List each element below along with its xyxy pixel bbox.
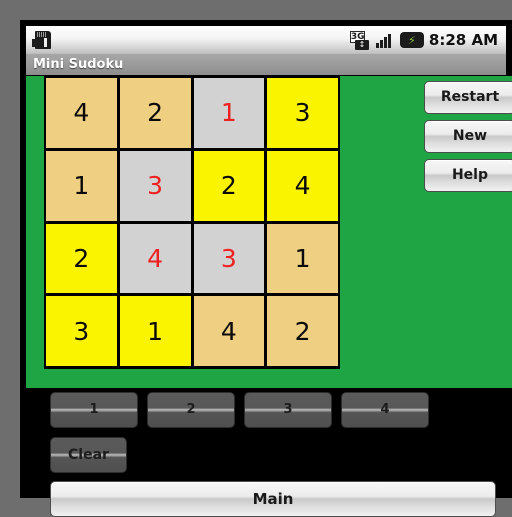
side-button-group: Restart New Help bbox=[424, 81, 512, 192]
cell-value: 1 bbox=[294, 243, 311, 273]
app-title-bar: Mini Sudoku bbox=[26, 53, 506, 75]
cell-value: 3 bbox=[147, 171, 164, 201]
emulator-frame: 3G ↕ ⚡ 8:28 AM Mini Sudoku 4213132424313… bbox=[0, 0, 512, 517]
sudoku-cell-r3c1[interactable]: 2 bbox=[46, 223, 117, 294]
sudoku-cell-r1c3[interactable]: 1 bbox=[193, 78, 265, 148]
cell-value: 4 bbox=[294, 171, 311, 201]
sudoku-cell-r3c2[interactable]: 4 bbox=[119, 223, 191, 294]
number-button-4[interactable]: 4 bbox=[341, 392, 429, 428]
clear-button[interactable]: Clear bbox=[50, 437, 127, 473]
new-button[interactable]: New bbox=[424, 120, 512, 153]
sdcard-icon bbox=[32, 31, 54, 49]
cell-value: 4 bbox=[220, 316, 237, 346]
device-screen: 3G ↕ ⚡ 8:28 AM Mini Sudoku 4213132424313… bbox=[20, 20, 512, 517]
cell-value: 2 bbox=[147, 98, 164, 128]
cell-value: 3 bbox=[220, 243, 237, 273]
cell-value: 1 bbox=[73, 171, 90, 201]
sudoku-cell-r4c1[interactable]: 3 bbox=[46, 296, 117, 366]
cell-value: 3 bbox=[294, 98, 311, 128]
cell-value: 4 bbox=[147, 243, 164, 273]
number-button-3[interactable]: 3 bbox=[244, 392, 332, 428]
battery-charging-icon: ⚡ bbox=[399, 32, 424, 48]
sudoku-cell-r2c2[interactable]: 3 bbox=[119, 150, 191, 221]
sudoku-cell-r4c4[interactable]: 2 bbox=[267, 296, 338, 366]
sudoku-cell-r3c3[interactable]: 3 bbox=[193, 223, 265, 294]
battery-bolt-glyph: ⚡ bbox=[408, 33, 416, 47]
number-button-2[interactable]: 2 bbox=[147, 392, 235, 428]
sudoku-cell-r3c4[interactable]: 1 bbox=[267, 223, 338, 294]
cell-value: 1 bbox=[220, 98, 237, 128]
cell-value: 3 bbox=[73, 316, 90, 346]
sudoku-cell-r4c3[interactable]: 4 bbox=[193, 296, 265, 366]
game-area: 4 2 1 3 1 3 2 4 2 4 3 1 3 1 4 2 Restart New Help bbox=[26, 76, 512, 388]
cell-value: 2 bbox=[220, 171, 237, 201]
cell-value: 4 bbox=[73, 98, 90, 128]
sudoku-cell-r2c4[interactable]: 4 bbox=[267, 150, 338, 221]
sudoku-cell-r1c4[interactable]: 3 bbox=[267, 78, 338, 148]
cell-value: 1 bbox=[147, 316, 164, 346]
sudoku-cell-r4c2[interactable]: 1 bbox=[119, 296, 191, 366]
sudoku-cell-r2c3[interactable]: 2 bbox=[193, 150, 265, 221]
android-status-bar: 3G ↕ ⚡ 8:28 AM bbox=[26, 26, 506, 53]
status-bar-clock: 8:28 AM bbox=[428, 31, 498, 49]
cell-value: 2 bbox=[294, 316, 311, 346]
number-button-1[interactable]: 1 bbox=[50, 392, 138, 428]
help-button[interactable]: Help bbox=[424, 159, 512, 192]
number-button-row: 1234 bbox=[50, 392, 429, 428]
signal-bars-icon bbox=[375, 31, 395, 49]
3g-network-icon: 3G ↕ bbox=[349, 30, 370, 50]
sudoku-cell-r2c1[interactable]: 1 bbox=[46, 150, 117, 221]
status-bar-right-group: 3G ↕ ⚡ 8:28 AM bbox=[349, 30, 506, 50]
page-title: Mini Sudoku bbox=[33, 57, 124, 72]
sudoku-cell-r1c1[interactable]: 4 bbox=[46, 78, 117, 148]
cell-value: 2 bbox=[73, 243, 90, 273]
3g-arrows: ↕ bbox=[354, 39, 369, 50]
restart-button[interactable]: Restart bbox=[424, 81, 512, 114]
sudoku-grid[interactable]: 4 2 1 3 1 3 2 4 2 4 3 1 3 1 4 2 bbox=[44, 76, 340, 369]
sudoku-cell-r1c2[interactable]: 2 bbox=[119, 78, 191, 148]
